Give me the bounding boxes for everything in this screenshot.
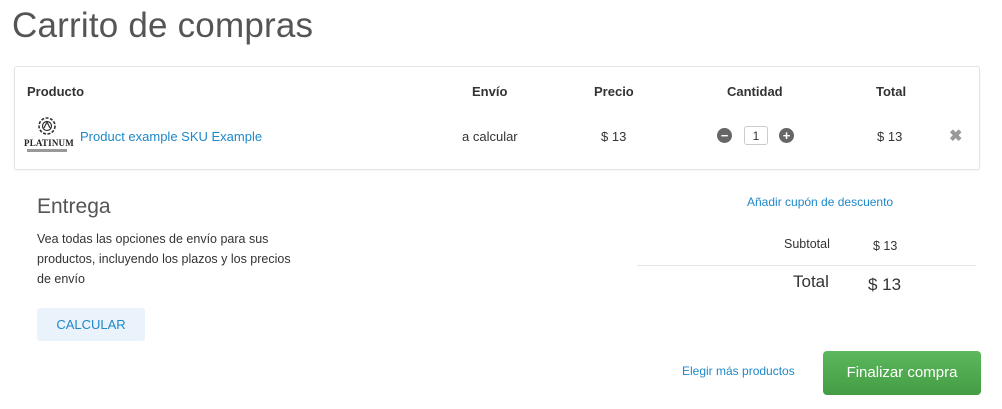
calculate-button[interactable]: CALCULAR [37,308,145,341]
summary-divider [637,265,976,266]
product-thumbnail[interactable]: PLATINUM [23,116,74,158]
logo-text: PLATINUM [24,138,74,148]
more-products-link[interactable]: Elegir más productos [682,364,795,378]
total-value: $ 13 [868,275,902,294]
subtotal-label: Subtotal [784,237,830,251]
page-title: Carrito de compras [12,6,314,45]
price-value: $ 13 [601,129,627,144]
logo-subline [27,149,67,152]
header-envio: Envío [472,84,508,99]
header-precio: Precio [594,84,634,99]
plus-circle-icon[interactable]: + [779,128,794,143]
quantity-input[interactable] [744,126,768,145]
subtotal-value: $ 13 [873,239,898,253]
close-icon[interactable]: ✖ [949,126,962,146]
product-name-link[interactable]: Product example SKU Example [80,129,262,144]
row-total-value: $ 13 [877,129,903,144]
platinum-logo-icon [38,117,56,135]
header-product: Producto [27,84,85,99]
header-cantidad: Cantidad [727,84,783,99]
checkout-button[interactable]: Finalizar compra [823,351,981,395]
quantity-stepper: − + [715,125,795,145]
total-label: Total [793,272,829,291]
add-coupon-link[interactable]: Añadir cupón de descuento [747,195,893,209]
cart-row: PLATINUM Product example SKU Example a c… [15,113,979,161]
header-total: Total [876,84,907,99]
cart-table: Producto Envío Precio Cantidad Total PLA… [14,66,980,170]
minus-circle-icon[interactable]: − [717,128,732,143]
delivery-description: Vea todas las opciones de envío para sus… [37,232,291,286]
envio-value: a calcular [462,129,518,144]
delivery-title: Entrega [37,195,111,218]
